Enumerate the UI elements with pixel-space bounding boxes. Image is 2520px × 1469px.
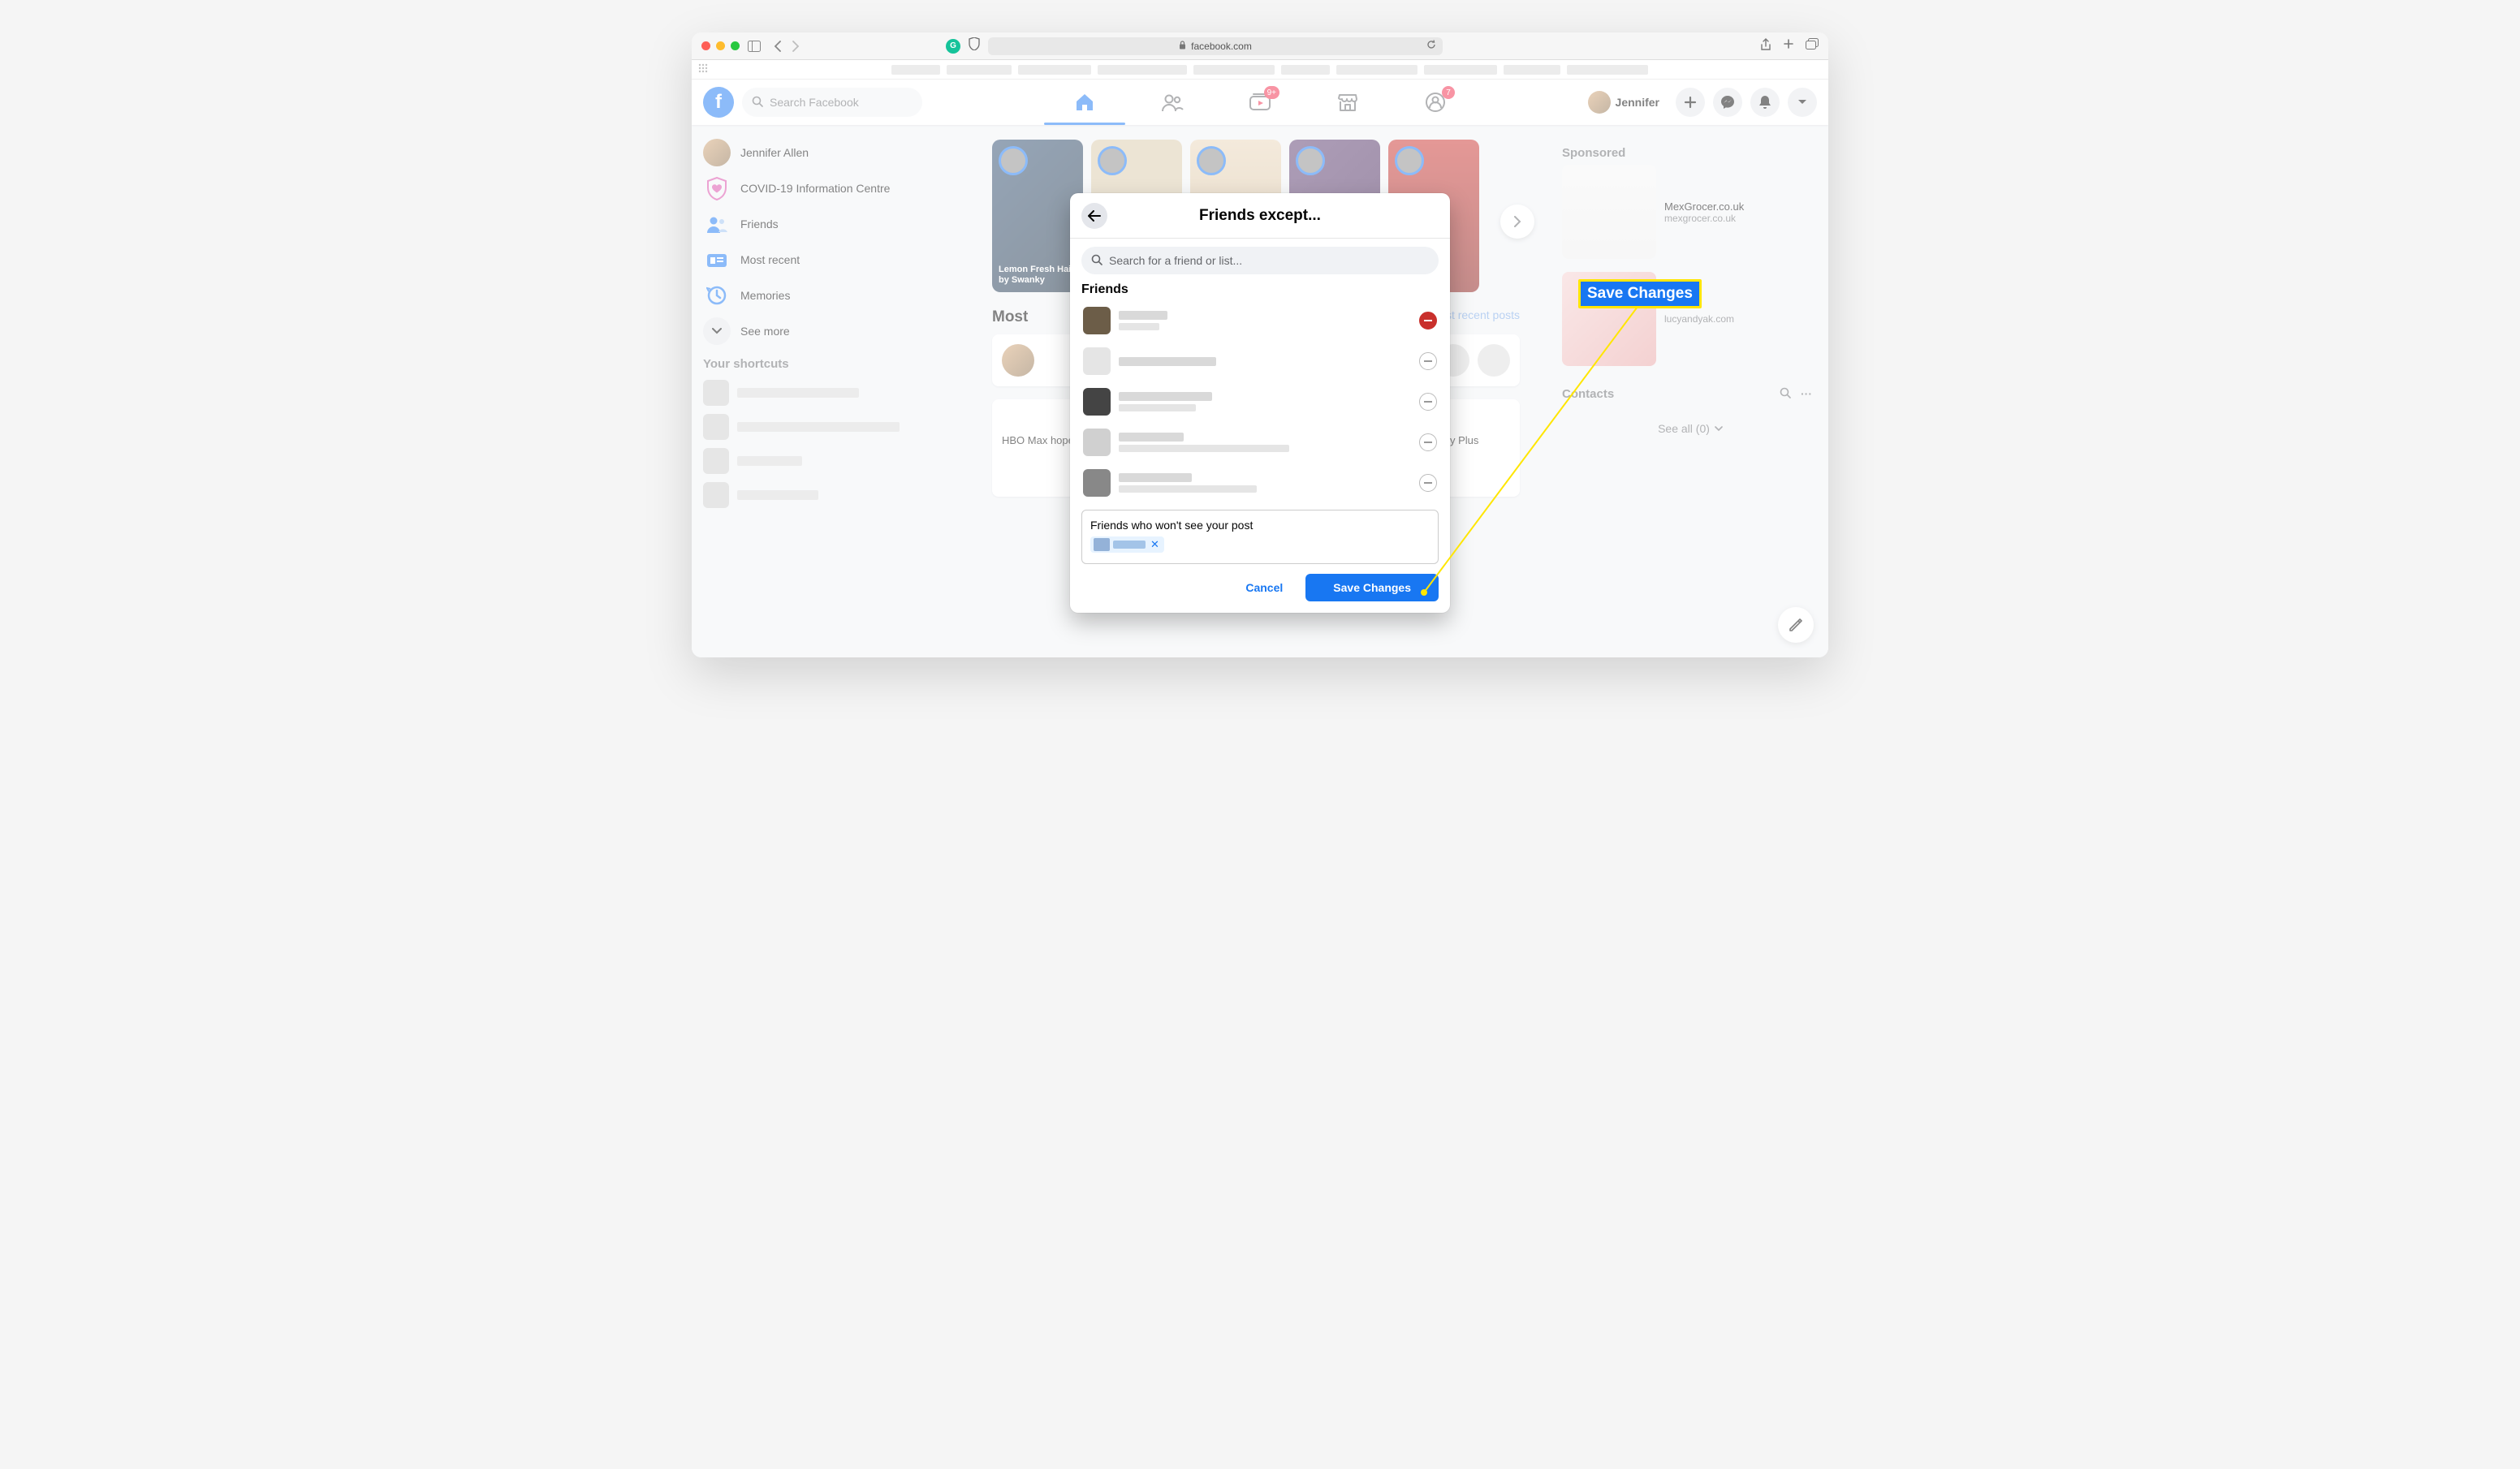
reload-icon[interactable] <box>1426 40 1436 52</box>
share-icon[interactable] <box>1760 38 1771 54</box>
browser-titlebar: G facebook.com <box>692 32 1828 60</box>
close-window-button[interactable] <box>701 41 710 50</box>
modal-title: Friends except... <box>1199 207 1321 225</box>
lock-icon <box>1179 41 1186 52</box>
url-label: facebook.com <box>1191 41 1252 52</box>
window-controls <box>701 41 740 50</box>
modal-back-button[interactable] <box>1081 203 1107 229</box>
tabs-overview-icon[interactable] <box>1806 38 1819 54</box>
modal-header: Friends except... <box>1070 193 1450 239</box>
friend-row[interactable] <box>1081 381 1439 422</box>
privacy-shield-icon[interactable] <box>969 37 980 54</box>
friend-row[interactable] <box>1081 300 1439 341</box>
cancel-button[interactable]: Cancel <box>1229 574 1299 601</box>
friends-except-modal: Friends except... Search for a friend or… <box>1070 193 1450 613</box>
modal-search-input[interactable]: Search for a friend or list... <box>1081 247 1439 274</box>
excluded-friend-chip: ✕ <box>1090 536 1164 553</box>
browser-window: G facebook.com f <box>692 32 1828 657</box>
exclude-friend-button[interactable] <box>1419 433 1437 451</box>
maximize-window-button[interactable] <box>731 41 740 50</box>
minimize-window-button[interactable] <box>716 41 725 50</box>
new-tab-icon[interactable] <box>1783 38 1794 54</box>
grammarly-extension-icon[interactable]: G <box>946 39 960 54</box>
excluded-friends-box: Friends who won't see your post ✕ <box>1081 510 1439 564</box>
chip-name <box>1113 541 1146 549</box>
friend-row[interactable] <box>1081 341 1439 381</box>
exclude-friend-button[interactable] <box>1419 352 1437 370</box>
exclude-friend-button[interactable] <box>1419 393 1437 411</box>
save-button[interactable]: Save Changes <box>1305 574 1439 601</box>
back-button[interactable] <box>774 41 782 52</box>
excluded-label: Friends who won't see your post <box>1090 519 1430 532</box>
chip-remove-button[interactable]: ✕ <box>1149 538 1161 551</box>
chip-avatar <box>1094 538 1110 551</box>
remove-friend-button[interactable] <box>1419 312 1437 330</box>
modal-footer: Cancel Save Changes <box>1070 564 1450 613</box>
friend-row[interactable] <box>1081 463 1439 503</box>
forward-button[interactable] <box>792 41 800 52</box>
modal-search-placeholder: Search for a friend or list... <box>1109 254 1242 267</box>
search-icon <box>1091 254 1102 268</box>
address-bar[interactable]: facebook.com <box>988 37 1443 55</box>
modal-friends-label: Friends <box>1081 282 1439 297</box>
annotation-label: Save Changes <box>1578 279 1702 308</box>
sidebar-toggle-icon[interactable] <box>748 41 761 52</box>
exclude-friend-button[interactable] <box>1419 474 1437 492</box>
friend-row[interactable] <box>1081 422 1439 463</box>
